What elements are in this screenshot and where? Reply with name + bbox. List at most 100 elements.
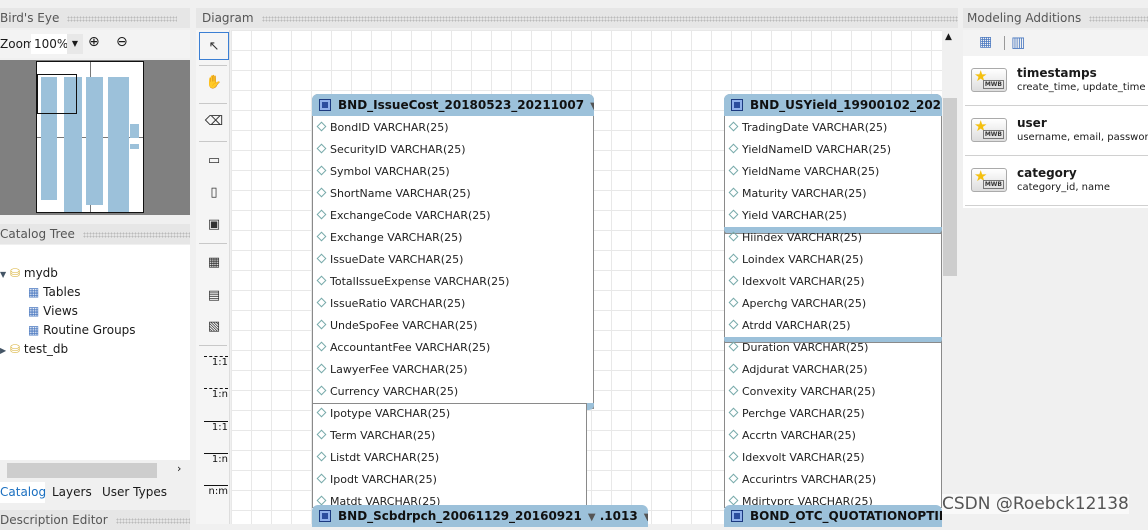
column-diamond-icon	[728, 165, 739, 176]
column-diamond-icon	[728, 429, 739, 440]
column-diamond-icon	[316, 165, 327, 176]
column-row[interactable]: Adjdurat VARCHAR(25)	[728, 359, 868, 381]
column-row[interactable]: Symbol VARCHAR(25)	[316, 161, 450, 183]
routine-group-tool-icon[interactable]: ▧	[199, 312, 229, 340]
collapse-icon[interactable]: ▼	[644, 512, 648, 523]
column-row[interactable]: SecurityID VARCHAR(25)	[316, 139, 466, 161]
modeling-toolbar: ▦ ▥	[963, 30, 1148, 56]
column-diamond-icon	[316, 473, 327, 484]
zoom-select[interactable]: 100% ▼	[31, 34, 83, 54]
table-tool-icon[interactable]: ▦	[199, 248, 229, 276]
horizontal-scrollbar[interactable]: ›	[0, 462, 190, 479]
column-row[interactable]: Convexity VARCHAR(25)	[728, 381, 876, 403]
relation-1-n-ident[interactable]: 1:n	[200, 453, 228, 465]
column-row[interactable]: ShortName VARCHAR(25)	[316, 183, 471, 205]
tree-item-views[interactable]: ▦ Views	[28, 304, 78, 318]
column-row[interactable]: Ipotype VARCHAR(25)	[316, 403, 450, 425]
relation-1-n-nonident[interactable]: 1:n	[200, 388, 228, 400]
collapse-icon[interactable]: ▼	[588, 512, 596, 523]
table-header[interactable]: BND_IssueCost_20180523_20211007 ▼	[312, 94, 594, 116]
column-diamond-icon	[728, 121, 739, 132]
column-row[interactable]: Maturity VARCHAR(25)	[728, 183, 867, 205]
tab-user-types[interactable]: User Types	[102, 482, 167, 503]
column-row[interactable]: IssueRatio VARCHAR(25)	[316, 293, 465, 315]
column-row[interactable]: Duration VARCHAR(25)	[728, 337, 868, 359]
template-category[interactable]: ★ MWB category category_id, name	[965, 156, 1148, 206]
column-row[interactable]: YieldNameID VARCHAR(25)	[728, 139, 891, 161]
column-diamond-icon	[316, 363, 327, 374]
column-row[interactable]: Yield VARCHAR(25)	[728, 205, 847, 227]
column-row[interactable]: Exchange VARCHAR(25)	[316, 227, 462, 249]
column-diamond-icon	[728, 209, 739, 220]
column-row[interactable]: Atrdd VARCHAR(25)	[728, 315, 851, 337]
tree-item-routine-groups[interactable]: ▦ Routine Groups	[28, 323, 136, 337]
hand-tool-icon[interactable]: ✋	[199, 68, 229, 96]
table-header[interactable]: BND_USYield_19900102_20211▼	[724, 94, 942, 116]
column-row[interactable]: Accrtn VARCHAR(25)	[728, 425, 856, 447]
relation-1-1-nonident[interactable]: 1:1	[200, 356, 228, 368]
template-user[interactable]: ★ MWB user username, email, passwor...	[965, 106, 1148, 156]
column-row[interactable]: Loindex VARCHAR(25)	[728, 249, 863, 271]
column-diamond-icon	[728, 407, 739, 418]
column-row[interactable]: IssueDate VARCHAR(25)	[316, 249, 463, 271]
column-row[interactable]: TotalIssueExpense VARCHAR(25)	[316, 271, 509, 293]
new-table-template-icon[interactable]: ▥	[1011, 33, 1025, 51]
tab-catalog[interactable]: Catalog	[0, 482, 46, 503]
table-icon	[731, 510, 743, 522]
column-row[interactable]: LawyerFee VARCHAR(25)	[316, 359, 468, 381]
routines-icon: ▦	[28, 323, 40, 337]
column-row[interactable]: ExchangeCode VARCHAR(25)	[316, 205, 491, 227]
column-row[interactable]: Accurintrs VARCHAR(25)	[728, 469, 876, 491]
zoom-out-icon[interactable]: ⊖	[116, 34, 128, 50]
tab-layers[interactable]: Layers	[52, 482, 92, 503]
column-diamond-icon	[728, 253, 739, 264]
column-row[interactable]: Ipodt VARCHAR(25)	[316, 469, 437, 491]
catalog-tree: ▼ ⛁ mydb ▦ Tables ▦ Views ▦ Routine Grou…	[0, 245, 190, 460]
column-row[interactable]: Perchge VARCHAR(25)	[728, 403, 865, 425]
column-row[interactable]: BondID VARCHAR(25)	[316, 117, 449, 139]
column-diamond-icon	[728, 275, 739, 286]
table-icon	[731, 99, 743, 111]
column-row[interactable]: Listdt VARCHAR(25)	[316, 447, 439, 469]
zoom-in-icon[interactable]: ⊕	[88, 34, 100, 50]
column-row[interactable]: TradingDate VARCHAR(25)	[728, 117, 887, 139]
column-diamond-icon	[316, 495, 327, 506]
tree-item-tables[interactable]: ▦ Tables	[28, 285, 80, 299]
column-diamond-icon	[728, 341, 739, 352]
column-diamond-icon	[728, 297, 739, 308]
column-row[interactable]: UndeSpoFee VARCHAR(25)	[316, 315, 477, 337]
tree-item-test-db[interactable]: ▶ ⛁ test_db	[0, 342, 68, 356]
tree-item-mydb[interactable]: ▼ ⛁ mydb	[0, 266, 58, 280]
image-tool-icon[interactable]: ▣	[199, 210, 229, 238]
column-row[interactable]: Aperchg VARCHAR(25)	[728, 293, 866, 315]
column-diamond-icon	[728, 495, 739, 506]
layer-tool-icon[interactable]: ▭	[199, 146, 229, 174]
note-tool-icon[interactable]: ▯	[199, 178, 229, 206]
table-icon	[319, 510, 331, 522]
view-tool-icon[interactable]: ▤	[199, 281, 229, 309]
column-diamond-icon	[728, 473, 739, 484]
relation-n-m[interactable]: n:m	[200, 485, 228, 497]
column-diamond-icon	[728, 187, 739, 198]
column-row[interactable]: Currency VARCHAR(25)	[316, 381, 458, 403]
relation-1-1-ident[interactable]: 1:1	[200, 421, 228, 433]
template-timestamps[interactable]: ★ MWB timestamps create_time, update_time	[965, 56, 1148, 106]
column-row[interactable]: Idexvolt VARCHAR(25)	[728, 447, 865, 469]
diagram-toolbar	[196, 30, 230, 524]
column-row[interactable]: Idexvolt VARCHAR(25)	[728, 271, 865, 293]
column-row[interactable]: Term VARCHAR(25)	[316, 425, 435, 447]
mwb-star-icon: ★ MWB	[971, 167, 1007, 192]
birds-eye-view[interactable]	[0, 60, 190, 215]
table-icon	[319, 99, 331, 111]
views-icon: ▦	[28, 304, 40, 318]
column-row[interactable]: AccountantFee VARCHAR(25)	[316, 337, 490, 359]
edit-snippet-icon[interactable]: ▦	[979, 34, 992, 50]
column-row[interactable]: YieldName VARCHAR(25)	[728, 161, 879, 183]
column-diamond-icon	[316, 187, 327, 198]
collapse-icon[interactable]: ▼	[590, 101, 594, 112]
pointer-tool-icon[interactable]: ↖	[199, 32, 229, 60]
eraser-tool-icon[interactable]: ⌫	[199, 107, 229, 135]
column-row[interactable]: Hiindex VARCHAR(25)	[728, 227, 862, 249]
column-diamond-icon	[728, 319, 739, 330]
vertical-scrollbar[interactable]: ▲	[942, 30, 958, 524]
